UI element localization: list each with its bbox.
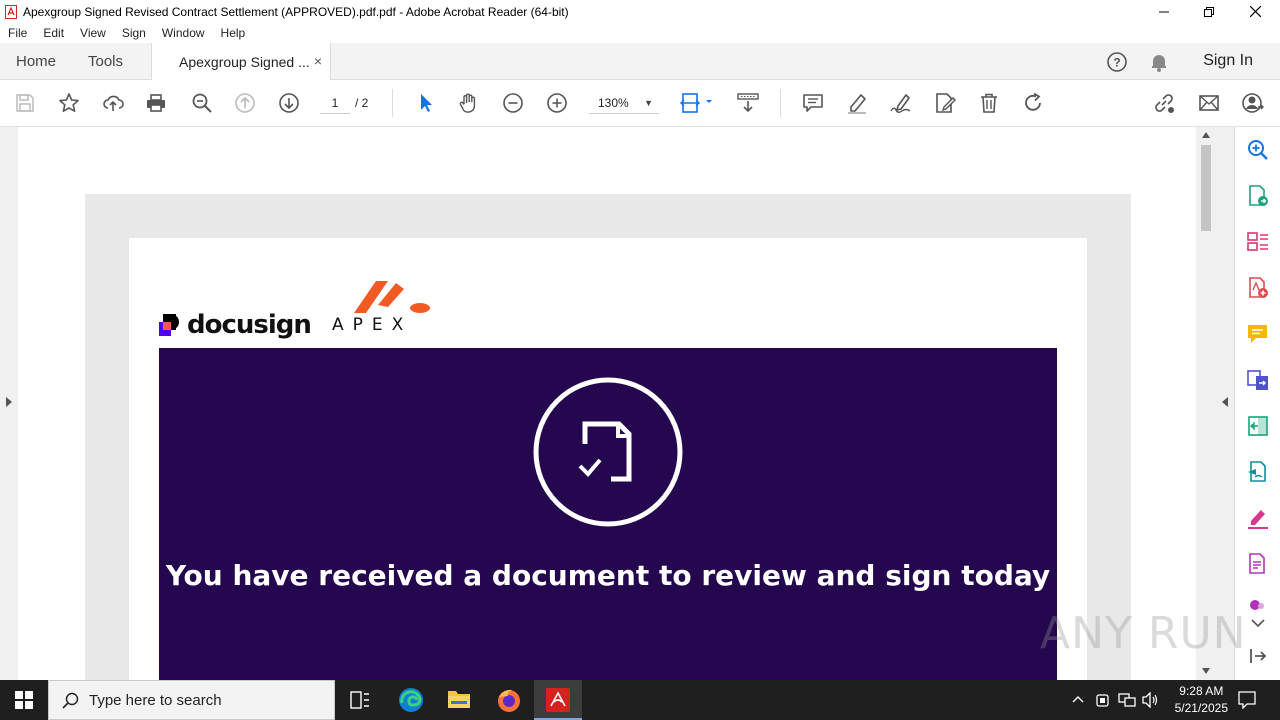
collapse-panel-icon[interactable] xyxy=(1246,644,1270,668)
combine-files-icon[interactable] xyxy=(1246,368,1270,392)
hand-tool-icon[interactable] xyxy=(457,91,481,115)
taskbar: Type here to search 9:28 AM 5/21/2025 xyxy=(0,680,1280,720)
menu-window[interactable]: Window xyxy=(154,26,213,40)
zoom-level-value: 130% xyxy=(598,96,629,110)
email-envelope-icon[interactable] xyxy=(1197,91,1221,115)
organize-pages-icon[interactable] xyxy=(1246,230,1270,254)
taskbar-search-placeholder: Type here to search xyxy=(89,691,222,709)
document-check-icon xyxy=(533,377,683,527)
zoom-out-icon[interactable] xyxy=(501,91,525,115)
menu-view[interactable]: View xyxy=(72,26,114,40)
edit-document-icon[interactable] xyxy=(933,91,957,115)
clock-time: 9:28 AM xyxy=(1179,684,1224,698)
compress-pdf-icon[interactable] xyxy=(1246,414,1270,438)
apex-logo: APEX xyxy=(332,277,448,335)
zoom-search-icon[interactable] xyxy=(190,91,214,115)
bookmark-star-icon[interactable] xyxy=(57,91,81,115)
tray-security-icon[interactable] xyxy=(1095,692,1110,708)
rotate-icon[interactable] xyxy=(1021,91,1045,115)
share-user-icon[interactable] xyxy=(1241,91,1265,115)
windows-start-icon[interactable] xyxy=(15,691,33,709)
acrobat-icon xyxy=(5,4,17,19)
email-headline: You have received a document to review a… xyxy=(165,559,1051,592)
volume-icon[interactable] xyxy=(1142,692,1160,708)
clock-date: 5/21/2025 xyxy=(1174,701,1228,715)
page-fit-icon[interactable] xyxy=(680,91,714,115)
right-tools-panel xyxy=(1234,127,1280,680)
chevron-down-icon: ▼ xyxy=(644,98,653,108)
menu-sign[interactable]: Sign xyxy=(114,26,154,40)
fill-and-sign-icon[interactable] xyxy=(1246,506,1270,530)
menu-help[interactable]: Help xyxy=(213,26,254,40)
tab-document[interactable]: Apexgroup Signed ... × xyxy=(151,43,331,81)
share-link-icon[interactable] xyxy=(1152,91,1176,115)
chevron-down-icon[interactable] xyxy=(1246,611,1270,635)
next-page-icon[interactable] xyxy=(277,91,301,115)
print-icon[interactable] xyxy=(144,91,168,115)
sign-in-button[interactable]: Sign In xyxy=(1203,52,1253,70)
taskbar-acrobat-active[interactable] xyxy=(534,680,582,720)
menu-bar: File Edit View Sign Window Help xyxy=(0,23,1280,43)
tray-chevron-up-icon[interactable] xyxy=(1072,695,1084,703)
minimize-button[interactable] xyxy=(1141,0,1187,23)
docusign-wordmark: docusign xyxy=(187,310,312,340)
vertical-scrollbar[interactable] xyxy=(1196,127,1216,680)
task-view-icon[interactable] xyxy=(350,691,370,709)
window-title: Apexgroup Signed Revised Contract Settle… xyxy=(23,4,569,19)
more-tools-icon[interactable] xyxy=(1246,552,1270,576)
notification-center-icon[interactable] xyxy=(1238,691,1256,709)
send-for-review-icon[interactable] xyxy=(1246,460,1270,484)
file-explorer-icon[interactable] xyxy=(447,688,471,710)
scrollbar-thumb[interactable] xyxy=(1201,145,1211,231)
zoom-in-icon[interactable] xyxy=(545,91,569,115)
restore-button[interactable] xyxy=(1186,0,1232,23)
svg-text:?: ? xyxy=(1113,56,1120,70)
notifications-bell-icon[interactable] xyxy=(1149,52,1169,77)
export-pdf-icon[interactable] xyxy=(1246,184,1270,208)
tab-close-icon[interactable]: × xyxy=(314,53,322,69)
search-icon xyxy=(62,692,79,709)
title-bar: Apexgroup Signed Revised Contract Settle… xyxy=(0,0,1280,23)
comment-tool-icon[interactable] xyxy=(1246,322,1270,346)
tab-tools[interactable]: Tools xyxy=(88,43,123,80)
tab-row: Home Tools Apexgroup Signed ... × ? Sign… xyxy=(0,43,1280,81)
acrobat-reader-icon xyxy=(546,688,570,712)
apex-logo-mark xyxy=(354,281,430,313)
document-viewport[interactable]: docusign APEX You have received a docume… xyxy=(0,127,1234,680)
docusign-logo: docusign xyxy=(159,310,312,340)
scroll-mode-icon[interactable] xyxy=(736,91,760,115)
create-pdf-icon[interactable] xyxy=(1246,276,1270,300)
menu-file[interactable]: File xyxy=(0,26,35,40)
tab-document-label: Apexgroup Signed ... xyxy=(179,54,310,70)
toolbar-divider xyxy=(392,89,393,117)
taskbar-clock[interactable]: 9:28 AM 5/21/2025 xyxy=(1175,683,1228,717)
edge-browser-icon[interactable] xyxy=(398,687,424,713)
select-cursor-icon[interactable] xyxy=(414,91,438,115)
draw-signature-icon[interactable] xyxy=(889,91,913,115)
search-zoom-icon[interactable] xyxy=(1246,138,1270,162)
menu-edit[interactable]: Edit xyxy=(35,26,72,40)
zoom-level-select[interactable]: 130% ▼ xyxy=(589,92,659,114)
tab-home[interactable]: Home xyxy=(16,43,56,80)
toolbar: 1 / 2 130% ▼ xyxy=(0,80,1280,127)
delete-trash-icon[interactable] xyxy=(977,91,1001,115)
docusign-logo-mark xyxy=(159,314,179,336)
anyrun-watermark: ANY RUN xyxy=(1040,608,1247,659)
right-pane-toggle[interactable] xyxy=(1216,127,1234,680)
save-icon[interactable] xyxy=(13,91,37,115)
upload-cloud-icon[interactable] xyxy=(101,91,125,115)
close-window-button[interactable] xyxy=(1232,0,1278,23)
network-icon[interactable] xyxy=(1118,692,1136,708)
page-total: / 2 xyxy=(355,96,369,110)
apex-wordmark: APEX xyxy=(332,315,413,335)
left-pane-toggle[interactable] xyxy=(0,127,18,680)
taskbar-search-box[interactable]: Type here to search xyxy=(48,680,335,720)
previous-page-icon[interactable] xyxy=(233,91,257,115)
comment-icon[interactable] xyxy=(801,91,825,115)
page-number-input[interactable]: 1 xyxy=(320,92,350,114)
firefox-icon[interactable] xyxy=(496,687,522,713)
toolbar-divider xyxy=(780,89,781,117)
help-icon[interactable]: ? xyxy=(1106,51,1128,78)
highlight-pen-icon[interactable] xyxy=(845,91,869,115)
